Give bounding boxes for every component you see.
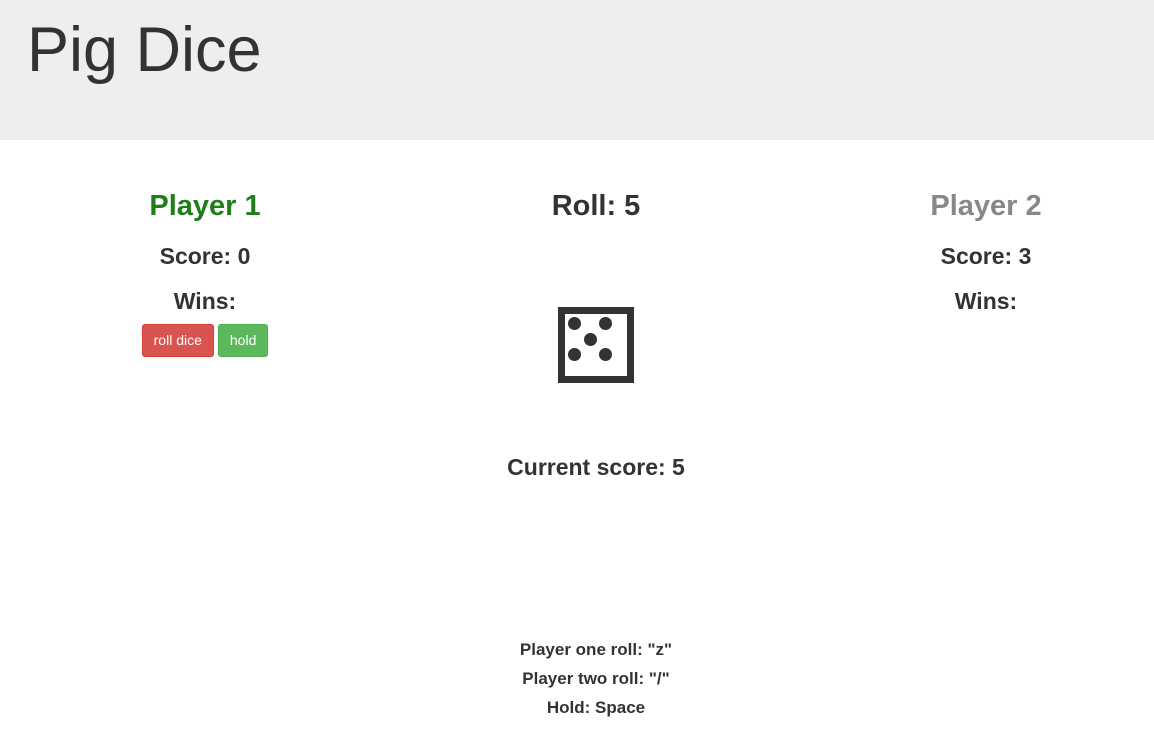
dice-pip xyxy=(568,348,581,361)
app-title: Pig Dice xyxy=(27,15,262,85)
hold-key: Hold: Space xyxy=(546,698,646,717)
player-one-actions: roll dice hold xyxy=(50,324,360,357)
player-two-score: Score: 3 xyxy=(940,243,1032,269)
player-two-name: Player 2 xyxy=(930,190,1042,222)
roll-panel: Roll: 5 xyxy=(441,186,751,226)
player-one-roll-key: Player one roll: "z" xyxy=(519,640,673,659)
roll-value: Roll: 5 xyxy=(551,190,641,222)
player-one-wins: Wins: xyxy=(173,288,237,314)
player-one-name: Player 1 xyxy=(149,190,261,222)
dice-pip xyxy=(599,348,612,361)
keyboard-controls: Player one roll: "z" Player two roll: "/… xyxy=(441,635,751,722)
dice-pip xyxy=(568,317,581,330)
dice-pip xyxy=(583,332,597,346)
dice-pip xyxy=(599,317,612,330)
current-score: Current score: 5 xyxy=(507,454,685,480)
player-one-score: Score: 0 xyxy=(159,243,251,269)
dice-five-icon xyxy=(558,307,634,383)
hold-button[interactable]: hold xyxy=(217,324,269,357)
roll-dice-button[interactable]: roll dice xyxy=(141,324,214,357)
player-two-roll-key: Player two roll: "/" xyxy=(522,669,670,688)
player-two-wins: Wins: xyxy=(954,288,1018,314)
player-one-panel: Player 1 Score: 0 Wins: roll dice hold xyxy=(50,186,360,357)
player-two-panel: Player 2 Score: 3 Wins: xyxy=(831,186,1141,316)
header-banner: Pig Dice xyxy=(0,0,1154,140)
